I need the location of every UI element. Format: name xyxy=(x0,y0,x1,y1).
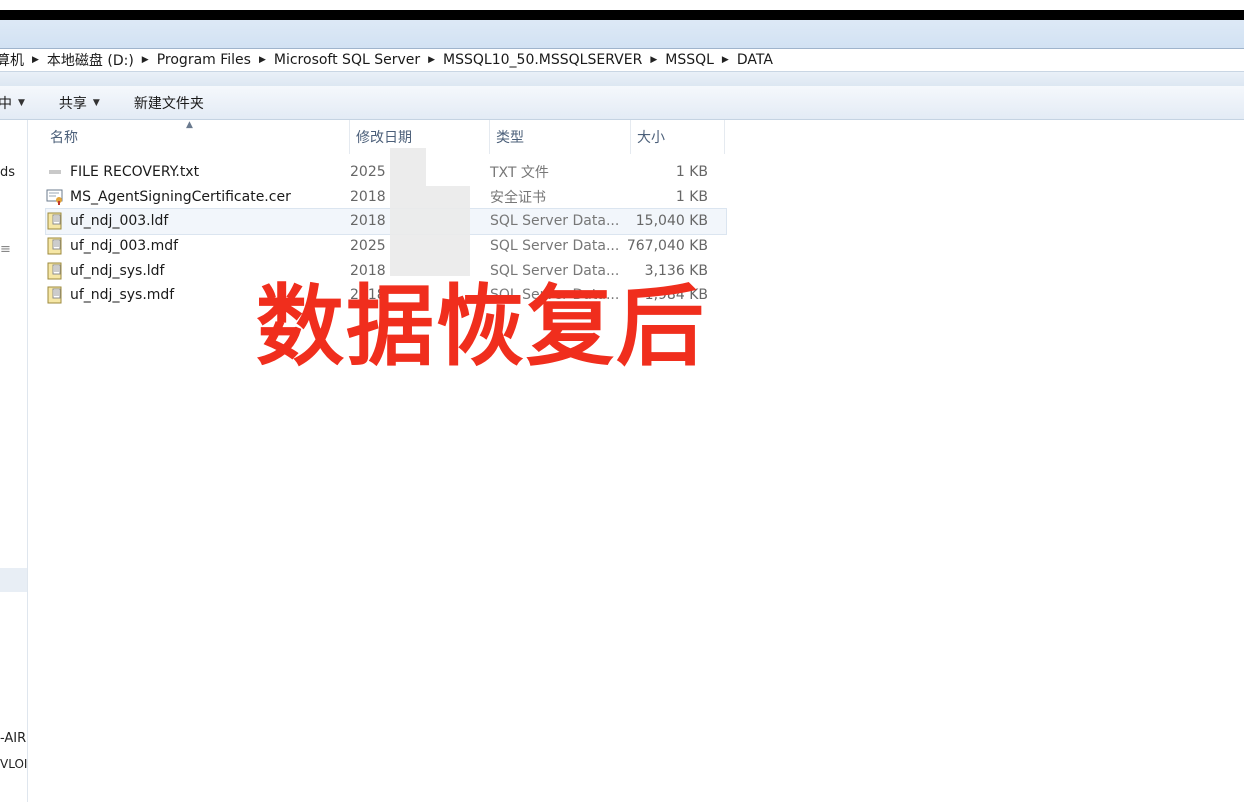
database-file-icon xyxy=(46,212,64,230)
breadcrumb-mssql[interactable]: MSSQL xyxy=(661,52,718,68)
file-size: 767,040 KB xyxy=(626,238,708,255)
column-name-label: 名称 xyxy=(50,130,78,146)
nav-item-fragment[interactable]: ≡ xyxy=(0,242,11,257)
file-size: 1 KB xyxy=(675,188,708,205)
database-file-icon xyxy=(46,286,64,304)
breadcrumb-separator-icon[interactable]: ▶ xyxy=(646,55,661,65)
command-toolbar: 中 ▼ 共享 ▼ 新建文件夹 xyxy=(0,86,1244,120)
new-folder-label: 新建文件夹 xyxy=(133,95,204,112)
column-date-label: 修改日期 xyxy=(356,130,412,146)
breadcrumb-separator-icon[interactable]: ▶ xyxy=(255,55,270,65)
breadcrumb-program-files[interactable]: Program Files xyxy=(153,52,255,68)
address-bar[interactable]: 算机 ▶ 本地磁盘 (D:) ▶ Program Files ▶ Microso… xyxy=(0,48,1244,72)
column-header-size[interactable]: 大小 xyxy=(631,120,725,154)
address-strip xyxy=(0,72,1244,86)
file-type: SQL Server Data... xyxy=(490,213,620,230)
file-row[interactable]: MS_AgentSigningCertificate.cer 2018 安全证书… xyxy=(46,185,726,210)
breadcrumb-separator-icon[interactable]: ▶ xyxy=(718,55,733,65)
file-type: SQL Server Data... xyxy=(490,238,620,255)
nav-selected-item[interactable] xyxy=(0,568,27,592)
breadcrumb-computer[interactable]: 算机 xyxy=(0,50,28,70)
file-size: 1 KB xyxy=(675,164,708,181)
dropdown-caret-icon: ▼ xyxy=(92,97,100,108)
explorer-window: 算机 ▶ 本地磁盘 (D:) ▶ Program Files ▶ Microso… xyxy=(0,0,1244,802)
redaction-blur xyxy=(390,148,426,276)
nav-item-fragment[interactable]: VLOI( xyxy=(0,757,27,771)
database-file-icon xyxy=(46,237,64,255)
share-label: 共享 xyxy=(58,95,87,112)
file-name: uf_ndj_sys.mdf xyxy=(70,287,175,304)
title-area xyxy=(0,20,1244,48)
include-in-library-button[interactable]: 中 ▼ xyxy=(0,93,25,113)
breadcrumb-separator-icon[interactable]: ▶ xyxy=(138,55,153,65)
breadcrumb-drive-d[interactable]: 本地磁盘 (D:) xyxy=(43,50,138,70)
nav-item-fragment[interactable]: ds xyxy=(0,165,15,180)
file-row[interactable]: uf_ndj_003.mdf 2025 SQL Server Data... 7… xyxy=(46,234,726,259)
breadcrumb-instance[interactable]: MSSQL10_50.MSSQLSERVER xyxy=(439,52,646,68)
column-header-row: 名称 ▲ 修改日期 类型 大小 xyxy=(44,120,725,154)
column-header-name[interactable]: 名称 ▲ xyxy=(44,120,350,154)
redaction-blur xyxy=(426,186,470,276)
column-type-label: 类型 xyxy=(496,130,524,146)
top-edge xyxy=(0,0,1244,10)
breadcrumb-separator-icon[interactable]: ▶ xyxy=(424,55,439,65)
column-header-type[interactable]: 类型 xyxy=(490,120,631,154)
column-size-label: 大小 xyxy=(637,130,665,146)
file-row[interactable]: uf_ndj_003.ldf 2018 SQL Server Data... 1… xyxy=(45,208,727,235)
file-name: uf_ndj_003.ldf xyxy=(70,213,169,230)
sort-ascending-icon: ▲ xyxy=(186,120,193,130)
include-label: 中 xyxy=(0,95,12,112)
breadcrumb-separator-icon[interactable]: ▶ xyxy=(28,55,43,65)
file-size: 15,040 KB xyxy=(635,213,708,230)
file-name: uf_ndj_003.mdf xyxy=(70,238,179,255)
breadcrumb-data[interactable]: DATA xyxy=(733,52,777,68)
file-list-pane: 名称 ▲ 修改日期 类型 大小 FILE RECOVERY.txt 2025 T… xyxy=(28,120,1244,802)
file-name: FILE RECOVERY.txt xyxy=(70,164,200,181)
file-type: TXT 文件 xyxy=(490,165,549,182)
black-bar xyxy=(0,10,1244,20)
file-type: 安全证书 xyxy=(490,189,546,206)
recovery-caption: 数据恢复后 xyxy=(256,275,707,378)
share-button[interactable]: 共享 ▼ xyxy=(59,93,100,113)
breadcrumb-sql-server[interactable]: Microsoft SQL Server xyxy=(270,52,424,68)
file-name: MS_AgentSigningCertificate.cer xyxy=(70,188,291,205)
text-file-icon xyxy=(46,163,64,181)
certificate-icon xyxy=(46,188,64,206)
navigation-pane[interactable]: ds ≡ -AIR VLOI( xyxy=(0,120,28,802)
new-folder-button[interactable]: 新建文件夹 xyxy=(134,93,204,113)
nav-item-fragment[interactable]: -AIR xyxy=(0,731,26,746)
dropdown-caret-icon: ▼ xyxy=(18,97,25,108)
database-file-icon xyxy=(46,262,64,280)
file-name: uf_ndj_sys.ldf xyxy=(70,262,165,279)
file-row[interactable]: FILE RECOVERY.txt 2025 TXT 文件 1 KB xyxy=(46,160,726,185)
